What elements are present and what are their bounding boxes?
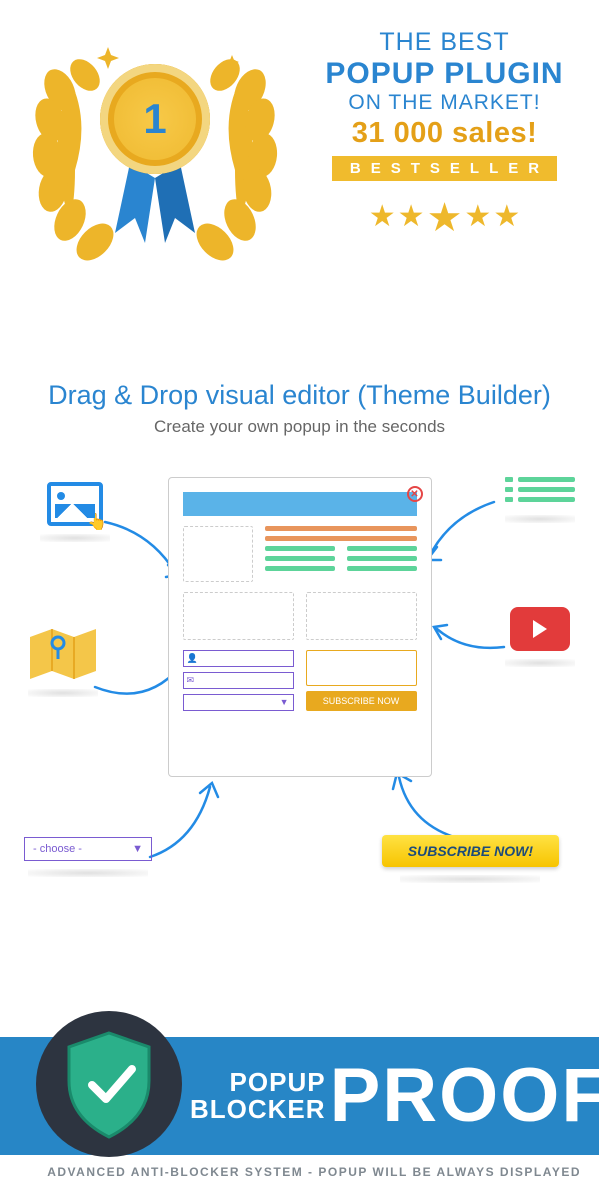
hero-line-1: THE BEST: [300, 28, 589, 57]
mockup-cta-box: [306, 650, 417, 686]
mockup-name-field: 👤: [183, 650, 294, 667]
shield-badge-icon: [34, 1009, 184, 1159]
image-icon: 👆: [47, 482, 103, 526]
arrow-icon: [429, 617, 509, 657]
hero-section: 1 THE BEST POPUP PLUGIN ON THE MARKET! 3…: [0, 0, 599, 320]
mockup-placeholder-box: [306, 592, 417, 640]
hero-line-2: POPUP PLUGIN: [300, 57, 589, 91]
star-rating: ★ ★ ★ ★ ★: [300, 199, 589, 245]
map-widget[interactable]: [28, 627, 98, 697]
star-icon: ★: [369, 199, 396, 245]
mockup-placeholder-box: [183, 592, 294, 640]
map-icon: [30, 627, 96, 681]
editor-section: Drag & Drop visual editor (Theme Builder…: [0, 320, 599, 1007]
proof-section: POPUP BLOCKER PROOF ADVANCED ANTI-BLOCKE…: [0, 1007, 599, 1199]
image-widget[interactable]: 👆: [40, 482, 110, 542]
editor-canvas: ✕ 👤 ✉ ▼: [10, 477, 589, 947]
subscribe-widget[interactable]: SUBSCRIBE NOW!: [382, 835, 559, 883]
editor-title: Drag & Drop visual editor (Theme Builder…: [10, 380, 589, 411]
bestseller-badge: BESTSELLER: [332, 156, 557, 181]
select-placeholder: - choose -: [33, 843, 82, 855]
chevron-down-icon: ▼: [132, 843, 143, 855]
subscribe-button: SUBSCRIBE NOW!: [382, 835, 559, 867]
mockup-placeholder-box: [183, 526, 253, 582]
mockup-text-line: [265, 556, 335, 561]
select-dropdown: - choose - ▼: [24, 837, 152, 861]
mockup-text-line: [347, 546, 417, 551]
mockup-text-line: [265, 526, 417, 531]
proof-banner: POPUP BLOCKER PROOF: [0, 1037, 599, 1155]
mockup-text-line: [265, 536, 417, 541]
popup-mockup: ✕ 👤 ✉ ▼: [168, 477, 432, 777]
star-icon: ★: [427, 195, 463, 241]
arrow-icon: [140, 777, 230, 867]
mockup-email-field: ✉: [183, 672, 294, 689]
list-widget[interactable]: [505, 477, 575, 523]
cursor-icon: 👆: [87, 512, 107, 532]
hero-line-3: ON THE MARKET!: [300, 91, 589, 115]
proof-text-blocker: BLOCKER: [190, 1096, 326, 1123]
proof-footer-text: ADVANCED ANTI-BLOCKER SYSTEM - POPUP WIL…: [0, 1155, 599, 1199]
video-icon: [510, 607, 570, 651]
close-icon: ✕: [407, 486, 423, 502]
hero-sales-count: 31 000 sales!: [300, 117, 589, 150]
star-icon: ★: [398, 199, 425, 245]
mockup-text-line: [347, 556, 417, 561]
award-badge: 1: [15, 20, 295, 280]
mockup-text-line: [347, 566, 417, 571]
mockup-subscribe-button: SUBSCRIBE NOW: [306, 691, 417, 711]
editor-subtitle: Create your own popup in the seconds: [10, 417, 589, 437]
star-icon: ★: [464, 199, 491, 245]
list-icon: [505, 477, 575, 507]
select-widget[interactable]: - choose - ▼: [24, 837, 152, 877]
ribbon-icon: [95, 163, 215, 253]
star-icon: ★: [493, 199, 520, 245]
mockup-text-line: [265, 546, 335, 551]
medal-icon: 1: [100, 64, 210, 174]
mockup-header-bar: [183, 492, 417, 516]
proof-text-big: PROOF: [330, 1062, 599, 1130]
medal-number: 1: [143, 95, 166, 143]
proof-text-popup: POPUP: [190, 1069, 326, 1096]
mockup-select-field: ▼: [183, 694, 294, 711]
mockup-text-line: [265, 566, 335, 571]
video-widget[interactable]: [505, 607, 575, 667]
